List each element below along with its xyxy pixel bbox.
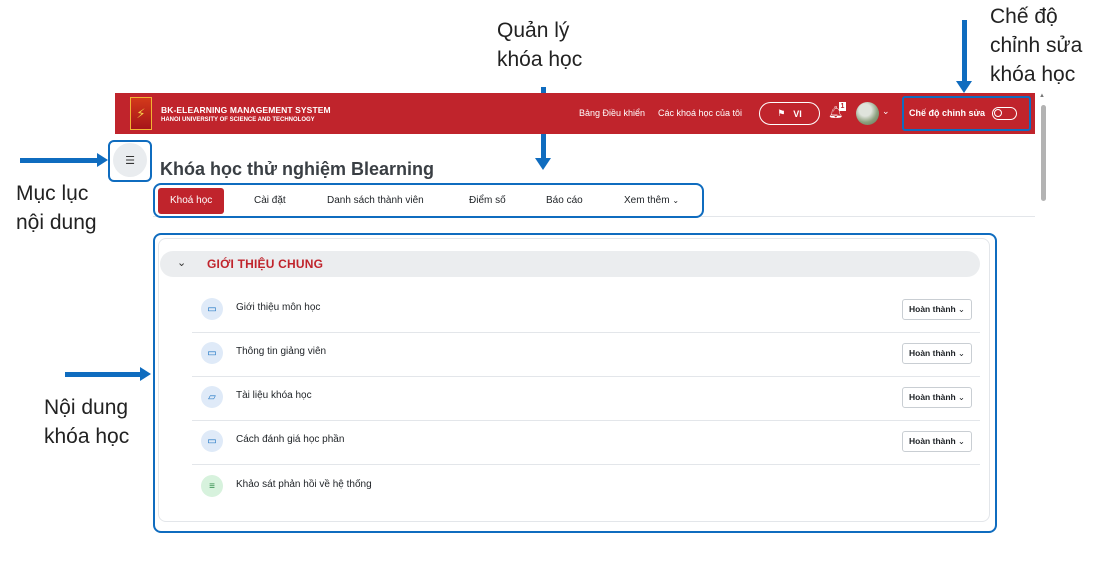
annotation-edit-mode: Chế độ chỉnh sửa khóa học <box>990 5 1083 86</box>
activity-name[interactable]: Cách đánh giá học phần <box>236 434 344 445</box>
completion-dropdown[interactable]: Hoàn thành ⌄ <box>902 387 972 408</box>
page-icon: ▭ <box>201 342 223 364</box>
language-button[interactable]: ⚑ VI <box>759 102 820 125</box>
tabs-divider <box>153 216 1035 217</box>
collapse-chevron-icon[interactable]: ⌄ <box>177 256 186 269</box>
chevron-down-icon: ⌄ <box>957 436 965 446</box>
activity-item[interactable]: ▱ Tài liệu khóa học Hoàn thành ⌄ <box>192 375 980 419</box>
completion-dropdown[interactable]: Hoàn thành ⌄ <box>902 431 972 452</box>
edit-mode-label: Chế độ chỉnh sửa <box>909 108 986 118</box>
activity-item[interactable]: ▭ Giới thiệu môn học Hoàn thành ⌄ <box>192 287 980 331</box>
avatar[interactable] <box>856 102 879 125</box>
annotation-course-content: Nội dung khóa học <box>44 396 130 448</box>
tab-reports[interactable]: Báo cáo <box>546 188 583 214</box>
chevron-down-icon: ⌄ <box>957 304 965 314</box>
university-logo[interactable]: ⚡ <box>130 97 152 130</box>
tab-more-label: Xem thêm <box>624 195 670 206</box>
tab-more[interactable]: Xem thêm ⌄ <box>624 188 679 214</box>
nav-my-courses-link[interactable]: Các khoá học của tôi <box>658 93 742 134</box>
toggle-knob <box>994 109 1002 117</box>
page-scrollbar[interactable]: ▲ <box>1038 93 1047 533</box>
annotation-course-management: Quản lý khóa học <box>497 19 583 71</box>
scroll-up-icon[interactable]: ▲ <box>1039 93 1045 99</box>
nav-dashboard-link[interactable]: Bảng Điều khiển <box>579 93 645 134</box>
notification-badge: 1 <box>839 102 846 111</box>
page-icon: ▭ <box>201 430 223 452</box>
chevron-down-icon: ⌄ <box>672 196 680 205</box>
page-icon: ▭ <box>201 298 223 320</box>
annotation-table-of-contents: Mục lục nội dung <box>16 182 97 234</box>
activity-item[interactable]: ▭ Cách đánh giá học phần Hoàn thành ⌄ <box>192 419 980 463</box>
completion-dropdown[interactable]: Hoàn thành ⌄ <box>902 299 972 320</box>
tab-settings[interactable]: Cài đặt <box>254 188 286 214</box>
edit-mode-toggle[interactable] <box>992 107 1017 120</box>
language-label: VI <box>793 108 802 119</box>
section-title[interactable]: GIỚI THIỆU CHUNG <box>207 257 323 271</box>
brand-subtitle: HANOI UNIVERSITY OF SCIENCE AND TECHNOLO… <box>161 116 315 123</box>
activity-name[interactable]: Tài liệu khóa học <box>236 390 312 401</box>
folder-icon: ▱ <box>201 386 223 408</box>
list-icon: ☰ <box>125 154 135 167</box>
arrow-course-content <box>65 367 151 381</box>
scrollbar-thumb[interactable] <box>1041 105 1046 201</box>
flag-icon: ⚑ <box>777 108 786 118</box>
activity-name[interactable]: Thông tin giảng viên <box>236 346 326 357</box>
tab-grades[interactable]: Điểm số <box>469 188 506 214</box>
section-header[interactable]: ⌄ GIỚI THIỆU CHUNG <box>160 251 980 277</box>
chevron-down-icon: ⌄ <box>957 348 965 358</box>
arrow-table-of-contents <box>20 153 108 167</box>
chevron-down-icon[interactable]: ⌄ <box>882 106 890 117</box>
completion-dropdown[interactable]: Hoàn thành ⌄ <box>902 343 972 364</box>
page-title: Khóa học thử nghiệm Blearning <box>160 159 435 179</box>
highlight-course-tabs <box>153 183 704 218</box>
top-navbar: ⚡ BK-ELEARNING MANAGEMENT SYSTEM HANOI U… <box>115 93 1035 134</box>
feedback-icon: ≡ <box>201 475 223 497</box>
brand-title: BK-ELEARNING MANAGEMENT SYSTEM <box>161 104 331 115</box>
course-index-button[interactable]: ☰ <box>113 143 147 177</box>
brand[interactable]: BK-ELEARNING MANAGEMENT SYSTEM HANOI UNI… <box>161 105 331 123</box>
activity-name[interactable]: Giới thiệu môn học <box>236 302 320 313</box>
arrow-edit-mode <box>956 20 972 93</box>
tab-participants[interactable]: Danh sách thành viên <box>327 188 424 214</box>
chevron-down-icon: ⌄ <box>957 392 965 402</box>
activity-item[interactable]: ▭ Thông tin giảng viên Hoàn thành ⌄ <box>192 331 980 375</box>
activity-item[interactable]: ≡ Khảo sát phản hồi về hệ thống <box>192 464 980 508</box>
activity-name[interactable]: Khảo sát phản hồi về hệ thống <box>236 479 372 490</box>
tab-course[interactable]: Khoá học <box>158 188 225 214</box>
